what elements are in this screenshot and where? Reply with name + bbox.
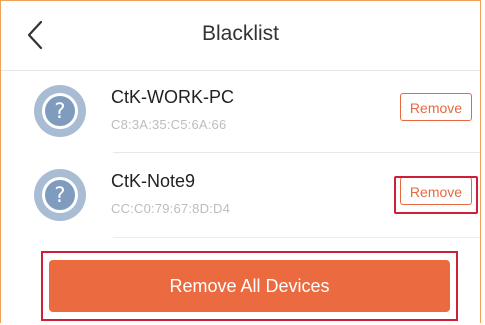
page-title: Blacklist [201,22,280,45]
app-window: Blacklist ? CtK-WORK-PC C8:3A:35:C5:6A:6… [0,0,481,323]
device-name: CtK-Note9 [111,171,196,191]
device-row: ? CtK-WORK-PC C8:3A:35:C5:6A:66 Remove [1,71,480,153]
remove-device-button[interactable]: Remove [400,93,472,121]
header-bar: Blacklist [1,1,480,71]
remove-all-devices-button[interactable]: Remove All Devices [49,260,450,312]
remove-device-button[interactable]: Remove [400,177,472,205]
device-mac: C8:3A:35:C5:6A:66 [111,117,227,132]
highlight-box-large: Remove All Devices [41,251,458,321]
question-mark-icon: ? [42,93,78,129]
row-divider [113,152,480,153]
device-row: ? CtK-Note9 CC:C0:79:67:8D:D4 Remove [1,155,480,237]
device-name: CtK-WORK-PC [111,87,234,107]
device-avatar: ? [34,169,86,221]
device-mac: CC:C0:79:67:8D:D4 [111,201,231,216]
device-avatar: ? [34,85,86,137]
question-mark-icon: ? [42,177,78,213]
row-divider [113,237,480,238]
